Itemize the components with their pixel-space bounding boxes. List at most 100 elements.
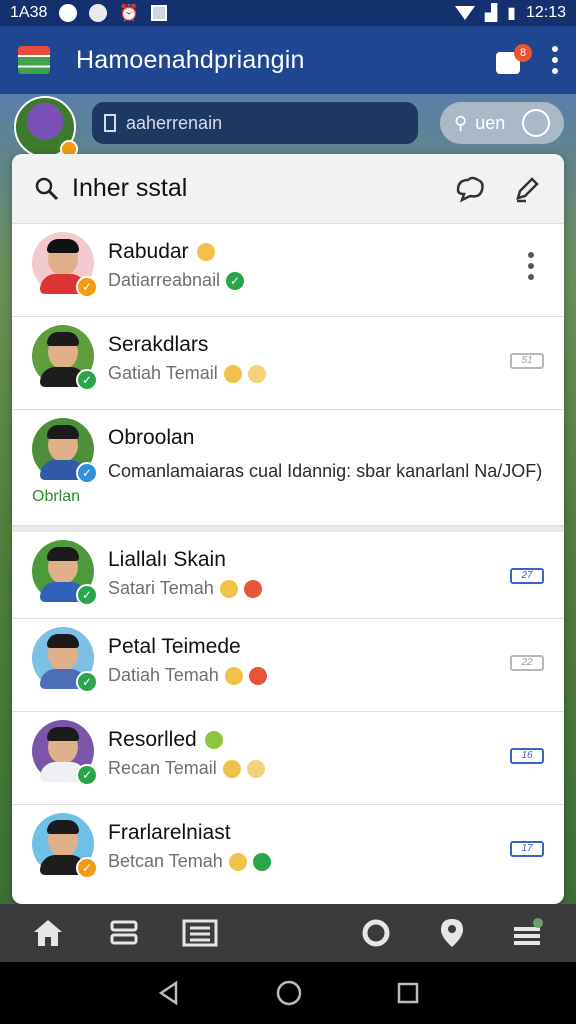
newspaper-icon [182,919,218,947]
bookmark-icon [104,114,116,132]
online-status-icon: ✓ [76,671,98,693]
message-count-tag: 27 [510,568,544,584]
system-navigation [0,962,576,1024]
emoji-icon [196,243,215,261]
more-options-button[interactable] [552,46,558,74]
contact-avatar: ✓ [32,418,98,484]
chat-row[interactable]: ✓ Petal Teimede Datiah Temah 22 [12,619,564,712]
chat-row-expanded[interactable]: ✓ Obrlan Obroolan Comanlamaiaras cual Id… [12,410,564,526]
contact-avatar: ✓ [32,540,98,606]
back-icon[interactable] [156,980,182,1006]
search-icon [35,177,59,200]
emoji-icon [228,852,247,871]
notifications-button[interactable]: 8 [496,44,532,74]
image-notification-icon [151,5,168,21]
emoji-icon [219,579,238,598]
contact-avatar: ✓ [32,232,98,298]
notification-badge: 8 [514,44,532,62]
emoji-icon [204,731,223,749]
notification-icon [59,4,78,22]
online-dot-icon [252,852,271,871]
contact-name: Frarlarelniast [108,821,231,844]
app-notification-icon [89,4,108,22]
chats-tab[interactable] [106,915,142,951]
contact-subtitle: Recan Temail [108,758,217,778]
message-preview: Comanlamaiaras cual Idannig: sbar kanarl… [108,461,543,481]
chat-row[interactable]: ✓ Frarlarelniast Betcan Temah 17 [12,805,564,898]
menu-list-icon [514,918,543,945]
row-more-button[interactable] [528,252,534,280]
feed-tab[interactable] [182,915,218,951]
battery-icon: ▮ [507,5,516,22]
contact-name: Liallalı Skain [108,548,226,571]
chat-list-card: Inher sstal ✓ Rabudar Datiarreabnail ✓ ✓ … [12,154,564,904]
away-status-icon: ✓ [76,857,98,879]
emoji-icon [222,759,241,778]
location-tab[interactable] [434,915,470,951]
app-bar: Hamoenahdpriangin 8 [0,26,576,94]
contact-subtitle: Datiarreabnail [108,270,221,290]
new-group-icon[interactable] [454,174,486,204]
message-count-tag: 16 [510,748,544,764]
home-icon [34,920,62,946]
emoji-icon [246,759,265,778]
chat-row[interactable]: ✓ Serakdlars Gatiah Temail 51 [12,317,564,410]
emoji-icon [243,579,262,598]
app-logo-icon[interactable] [18,46,50,74]
profile-avatar[interactable] [14,96,78,158]
chat-stack-icon [110,920,138,945]
contact-name: Resorlled [108,728,197,751]
info-icon [522,109,550,137]
verified-check-icon: ✓ [226,271,245,290]
search-pill-button[interactable]: ⚲ uen [440,102,564,144]
location-pin-icon [441,919,463,947]
chat-row[interactable]: ✓ Rabudar Datiarreabnail ✓ [12,224,564,317]
status-time-left: 1A38 [10,4,48,21]
settings-tab[interactable] [510,915,546,951]
contact-subtitle: Betcan Temah [108,851,223,871]
discover-tab[interactable] [358,915,394,951]
chat-row[interactable]: ✓ Liallalı Skain Satari Temah 27 [12,526,564,619]
message-count-tag: 17 [510,841,544,857]
contact-avatar: ✓ [32,720,98,786]
chat-row[interactable]: ✓ Resorlled Recan Temail 16 [12,712,564,805]
top-search-field[interactable]: aaherrenain [92,102,418,144]
message-count-tag: 22 [510,655,544,671]
emoji-icon [224,666,243,685]
signal-icon: ▟ [484,5,498,22]
recents-icon[interactable] [396,981,420,1005]
search-pill-text: uen [475,112,506,133]
contact-avatar: ✓ [32,627,98,693]
contact-name: Obroolan [108,426,195,449]
search-icon: ⚲ [454,112,468,133]
online-status-icon: ✓ [76,764,98,786]
bottom-navigation [0,904,576,962]
app-title: Hamoenahdpriangin [76,45,305,74]
contact-name: Rabudar [108,240,189,263]
emoji-icon [248,666,267,685]
avatar-caption: Obrlan [32,488,81,505]
wifi-icon [454,6,475,20]
verified-status-icon: ✓ [76,462,98,484]
home-circle-icon[interactable] [275,979,303,1007]
chat-search-label: Inher sstal [72,174,188,202]
compose-icon[interactable] [512,174,542,204]
explore-icon [362,919,390,947]
emoji-icon [247,364,266,383]
contact-subtitle: Satari Temah [108,578,214,598]
online-status-icon: ✓ [76,584,98,606]
alarm-icon: ⏰ [119,5,140,22]
contact-name: Serakdlars [108,333,209,356]
status-bar: 1A38 ⏰ ▟ ▮ 12:13 [0,0,576,26]
online-status-icon: ✓ [76,369,98,391]
contact-name: Petal Teimede [108,635,241,658]
contact-subtitle: Datiah Temah [108,665,219,685]
chat-search-bar[interactable]: Inher sstal [12,154,564,224]
top-search-text: aaherrenain [126,112,223,133]
contact-avatar: ✓ [32,813,98,879]
status-time-right: 12:13 [525,4,566,21]
home-tab[interactable] [30,915,66,951]
emoji-icon [223,364,242,383]
message-count-tag: 51 [510,353,544,369]
